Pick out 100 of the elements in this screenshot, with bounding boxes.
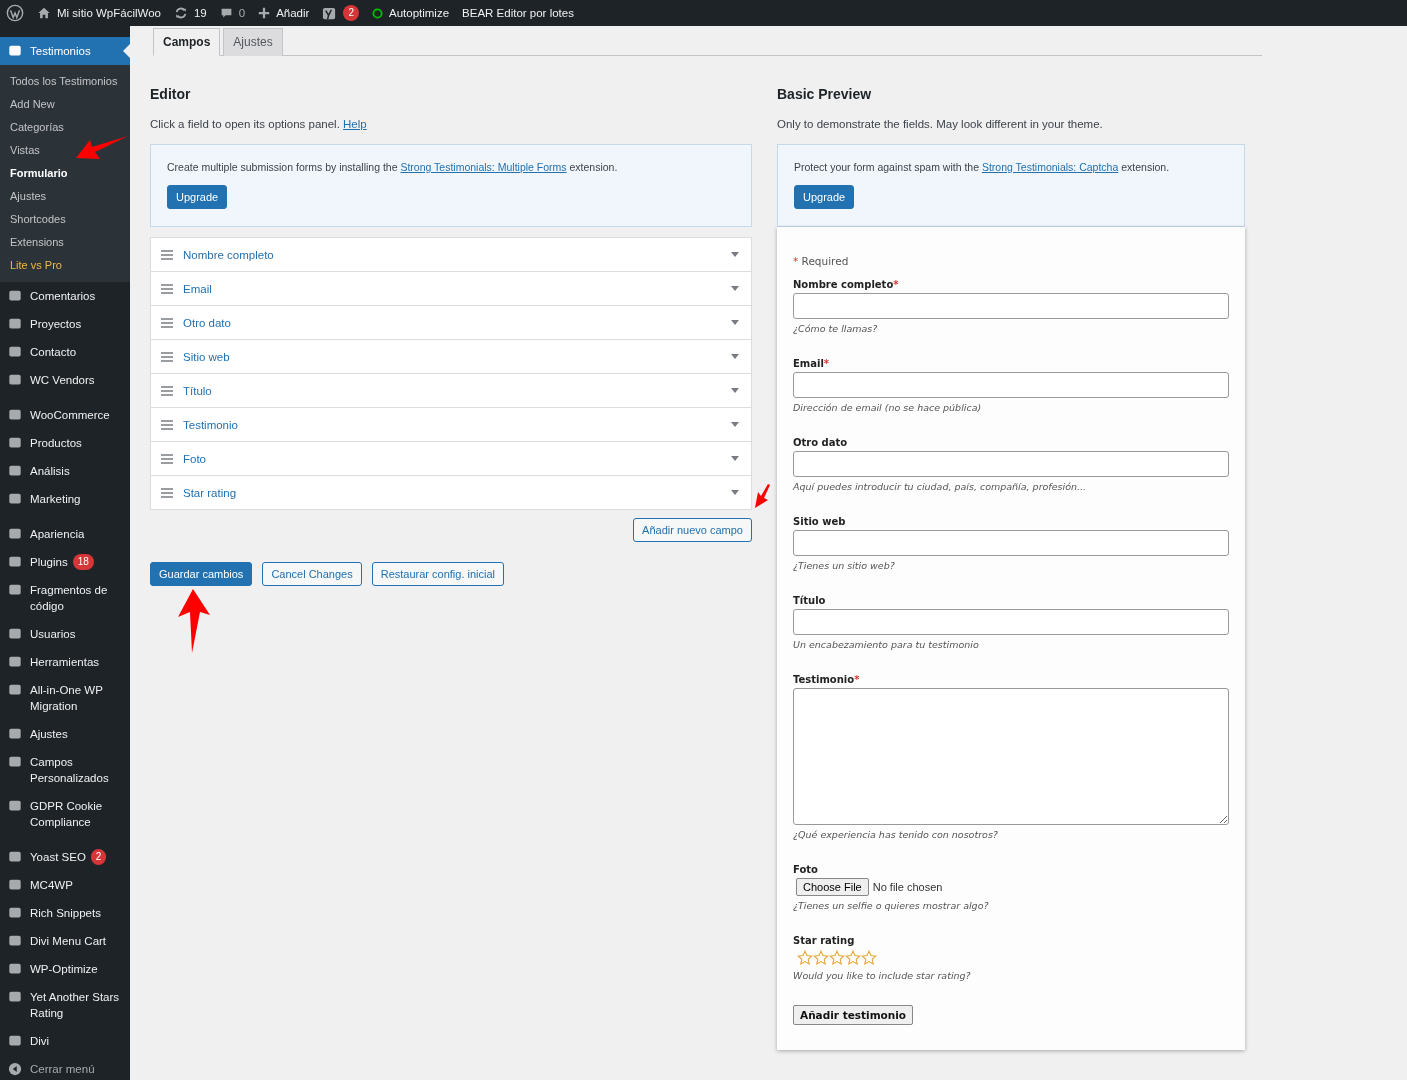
star-icon[interactable]	[797, 950, 813, 966]
plus-icon[interactable]	[258, 7, 271, 19]
field-row[interactable]: Título	[151, 373, 751, 407]
menu-item-icon[interactable]	[8, 627, 22, 641]
menu-item-icon[interactable]	[8, 878, 22, 892]
drag-handle-icon[interactable]	[161, 487, 173, 498]
sidebar-menu-item[interactable]: Análisis	[0, 457, 130, 485]
text-input-field[interactable]	[793, 451, 1229, 477]
action-button[interactable]: Cancel Changes	[262, 562, 362, 586]
menu-item-icon[interactable]	[8, 289, 22, 303]
submenu-item[interactable]: Extensions	[0, 231, 130, 254]
star-icon[interactable]	[845, 950, 861, 966]
menu-item-icon[interactable]	[8, 1034, 22, 1048]
menu-item-icon[interactable]	[8, 373, 22, 387]
submenu-item[interactable]: Categorías	[0, 116, 130, 139]
sidebar-menu-item[interactable]: Yoast SEO 2	[0, 843, 130, 871]
submenu-item[interactable]: Ajustes	[0, 185, 130, 208]
wordpress-logo-icon[interactable]	[6, 4, 24, 22]
sidebar-menu-item[interactable]: Divi	[0, 1027, 130, 1055]
sidebar-menu-item[interactable]: WC Vendors	[0, 366, 130, 394]
menu-item-icon[interactable]	[8, 555, 22, 569]
sidebar-menu-item[interactable]: MC4WP	[0, 871, 130, 899]
sidebar-menu-item[interactable]: Cerrar menú	[0, 1055, 130, 1080]
action-button[interactable]: Restaurar config. inicial	[371, 562, 505, 586]
autoptimize-menu[interactable]: Autoptimize	[388, 7, 450, 19]
menu-item-icon[interactable]	[8, 464, 22, 478]
caret-icon[interactable]	[731, 252, 739, 257]
help-link[interactable]: Help	[343, 118, 367, 130]
text-input-field[interactable]	[793, 530, 1229, 556]
sidebar-menu-item[interactable]: Plugins 18	[0, 548, 130, 576]
drag-handle-icon[interactable]	[161, 283, 173, 294]
sidebar-menu-item[interactable]: Contacto	[0, 338, 130, 366]
menu-item-icon[interactable]	[8, 990, 22, 1004]
y-logo-icon[interactable]	[322, 5, 338, 21]
field-row[interactable]: Foto	[151, 441, 751, 475]
drag-handle-icon[interactable]	[161, 351, 173, 362]
comment-icon[interactable]	[219, 6, 233, 20]
drag-handle-icon[interactable]	[161, 385, 173, 396]
menu-item-icon[interactable]	[8, 799, 22, 813]
field-row[interactable]: Sitio web	[151, 339, 751, 373]
star-icon[interactable]	[829, 950, 845, 966]
menu-item-icon[interactable]	[8, 317, 22, 331]
textarea-field[interactable]	[793, 688, 1229, 825]
caret-icon[interactable]	[731, 388, 739, 393]
upgrade-button[interactable]: Upgrade	[167, 185, 228, 209]
caret-icon[interactable]	[731, 354, 739, 359]
sidebar-menu-item[interactable]: Usuarios	[0, 620, 130, 648]
sidebar-menu-item[interactable]: Yet Another Stars Rating	[0, 983, 130, 1027]
tab[interactable]: Ajustes	[223, 28, 283, 56]
sidebar-menu-item[interactable]: Campos Personalizados	[0, 748, 130, 792]
menu-item-icon[interactable]	[8, 527, 22, 541]
field-row[interactable]: Testimonio	[151, 407, 751, 441]
menu-item-icon[interactable]	[8, 436, 22, 450]
menu-item-icon[interactable]	[8, 345, 22, 359]
upgrade-button[interactable]: Upgrade	[794, 185, 855, 209]
menu-item-icon[interactable]	[8, 934, 22, 948]
choose-file-button[interactable]: Choose File	[796, 878, 869, 896]
updates-count[interactable]: 19	[193, 7, 207, 19]
sidebar-menu-item[interactable]: Productos	[0, 429, 130, 457]
submenu-item[interactable]: Add New	[0, 93, 130, 116]
extension-link[interactable]: Strong Testimonials: Multiple Forms	[400, 161, 567, 173]
sidebar-menu-item[interactable]: Comentarios	[0, 282, 130, 310]
drag-handle-icon[interactable]	[161, 453, 173, 464]
tab[interactable]: Campos	[153, 28, 221, 56]
sidebar-menu-item[interactable]: Apariencia	[0, 520, 130, 548]
drag-handle-icon[interactable]	[161, 249, 173, 260]
menu-item-icon[interactable]	[8, 755, 22, 769]
sidebar-menu-item[interactable]: Rich Snippets	[0, 899, 130, 927]
text-input-field[interactable]	[793, 609, 1229, 635]
menu-item-icon[interactable]	[8, 850, 22, 864]
add-field-button[interactable]: Añadir nuevo campo	[633, 518, 752, 542]
sidebar-menu-item[interactable]: Divi Menu Cart	[0, 927, 130, 955]
submenu-item[interactable]: Vistas	[0, 139, 130, 162]
menu-item-icon[interactable]	[8, 962, 22, 976]
sidebar-menu-item[interactable]: Herramientas	[0, 648, 130, 676]
menu-item-icon[interactable]	[8, 655, 22, 669]
menu-item-icon[interactable]	[8, 408, 22, 422]
sidebar-menu-item[interactable]: WooCommerce	[0, 401, 130, 429]
sidebar-menu-item[interactable]: Ajustes	[0, 720, 130, 748]
menu-item-icon[interactable]	[8, 583, 22, 597]
submenu-item[interactable]: Lite vs Pro	[0, 254, 130, 277]
sidebar-menu-item[interactable]: Proyectos	[0, 310, 130, 338]
sidebar-menu-item[interactable]: WP-Optimize	[0, 955, 130, 983]
extension-link[interactable]: Strong Testimonials: Captcha	[981, 161, 1119, 173]
menu-item-icon[interactable]	[8, 492, 22, 506]
star-icon[interactable]	[861, 950, 877, 966]
sidebar-menu-item[interactable]: Fragmentos de código	[0, 576, 130, 620]
menu-item-icon[interactable]	[8, 44, 22, 58]
caret-icon[interactable]	[731, 456, 739, 461]
text-input-field[interactable]	[793, 293, 1229, 319]
sidebar-menu-item[interactable]: All-in-One WP Migration	[0, 676, 130, 720]
menu-item-icon[interactable]	[8, 683, 22, 697]
sidebar-menu-item[interactable]: Testimonios	[0, 37, 130, 65]
refresh-icon[interactable]	[173, 6, 188, 20]
caret-icon[interactable]	[731, 422, 739, 427]
caret-icon[interactable]	[731, 320, 739, 325]
menu-item-icon[interactable]	[8, 906, 22, 920]
submenu-item[interactable]: Formulario	[0, 162, 130, 185]
text-input-field[interactable]	[793, 372, 1229, 398]
caret-icon[interactable]	[731, 286, 739, 291]
